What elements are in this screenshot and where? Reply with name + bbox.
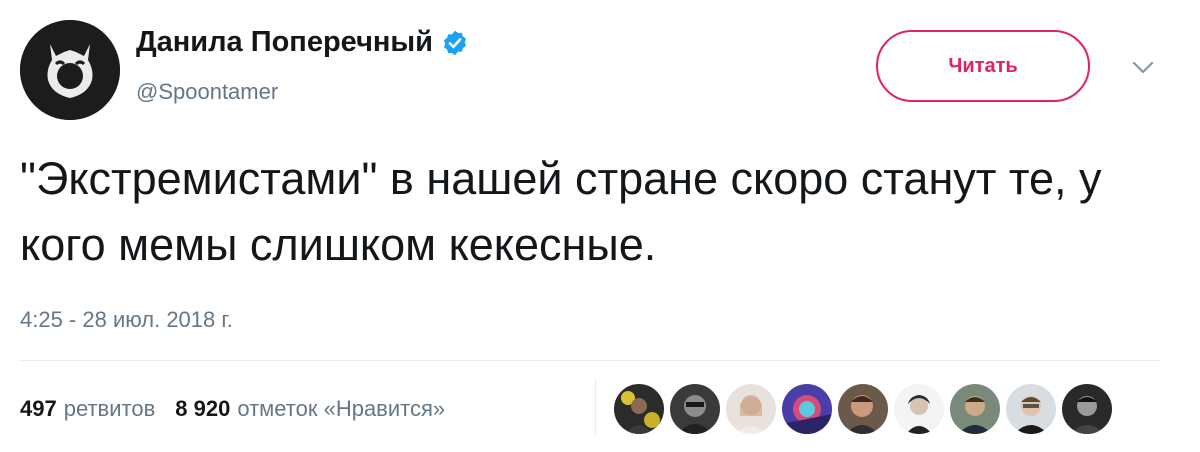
verified-badge-icon bbox=[441, 29, 469, 57]
liker-avatar-8[interactable] bbox=[1006, 384, 1056, 434]
liker-avatar-1[interactable] bbox=[614, 384, 664, 434]
liker-avatar-5[interactable] bbox=[838, 384, 888, 434]
liker-avatar-3[interactable] bbox=[726, 384, 776, 434]
liker-avatar-4[interactable] bbox=[782, 384, 832, 434]
likes-count[interactable]: 8 920 bbox=[175, 396, 230, 422]
divider bbox=[20, 360, 1160, 361]
author-name-row[interactable]: Данила Поперечный bbox=[136, 26, 469, 59]
liker-avatar-2[interactable] bbox=[670, 384, 720, 434]
stats-separator bbox=[595, 378, 596, 436]
author-handle[interactable]: @Spoontamer bbox=[136, 79, 278, 105]
author-name[interactable]: Данила Поперечный bbox=[136, 26, 433, 59]
tweet-stats: 497 ретвитов 8 920 отметок «Нравится» bbox=[20, 396, 445, 422]
liker-avatar-7[interactable] bbox=[950, 384, 1000, 434]
liker-avatar-9[interactable] bbox=[1062, 384, 1112, 434]
liker-avatars bbox=[614, 384, 1112, 434]
liker-avatar-6[interactable] bbox=[894, 384, 944, 434]
tweet-timestamp[interactable]: 4:25 - 28 июл. 2018 г. bbox=[20, 307, 233, 333]
retweets-count[interactable]: 497 bbox=[20, 396, 57, 422]
retweets-label[interactable]: ретвитов bbox=[64, 396, 156, 422]
chevron-down-icon[interactable] bbox=[1128, 52, 1158, 82]
likes-label[interactable]: отметок «Нравится» bbox=[237, 396, 445, 422]
profile-avatar-image bbox=[20, 20, 120, 120]
profile-avatar[interactable] bbox=[20, 20, 120, 120]
follow-button[interactable]: Читать bbox=[876, 30, 1090, 102]
tweet-text: "Экстремистами" в нашей стране скоро ста… bbox=[20, 153, 1102, 270]
